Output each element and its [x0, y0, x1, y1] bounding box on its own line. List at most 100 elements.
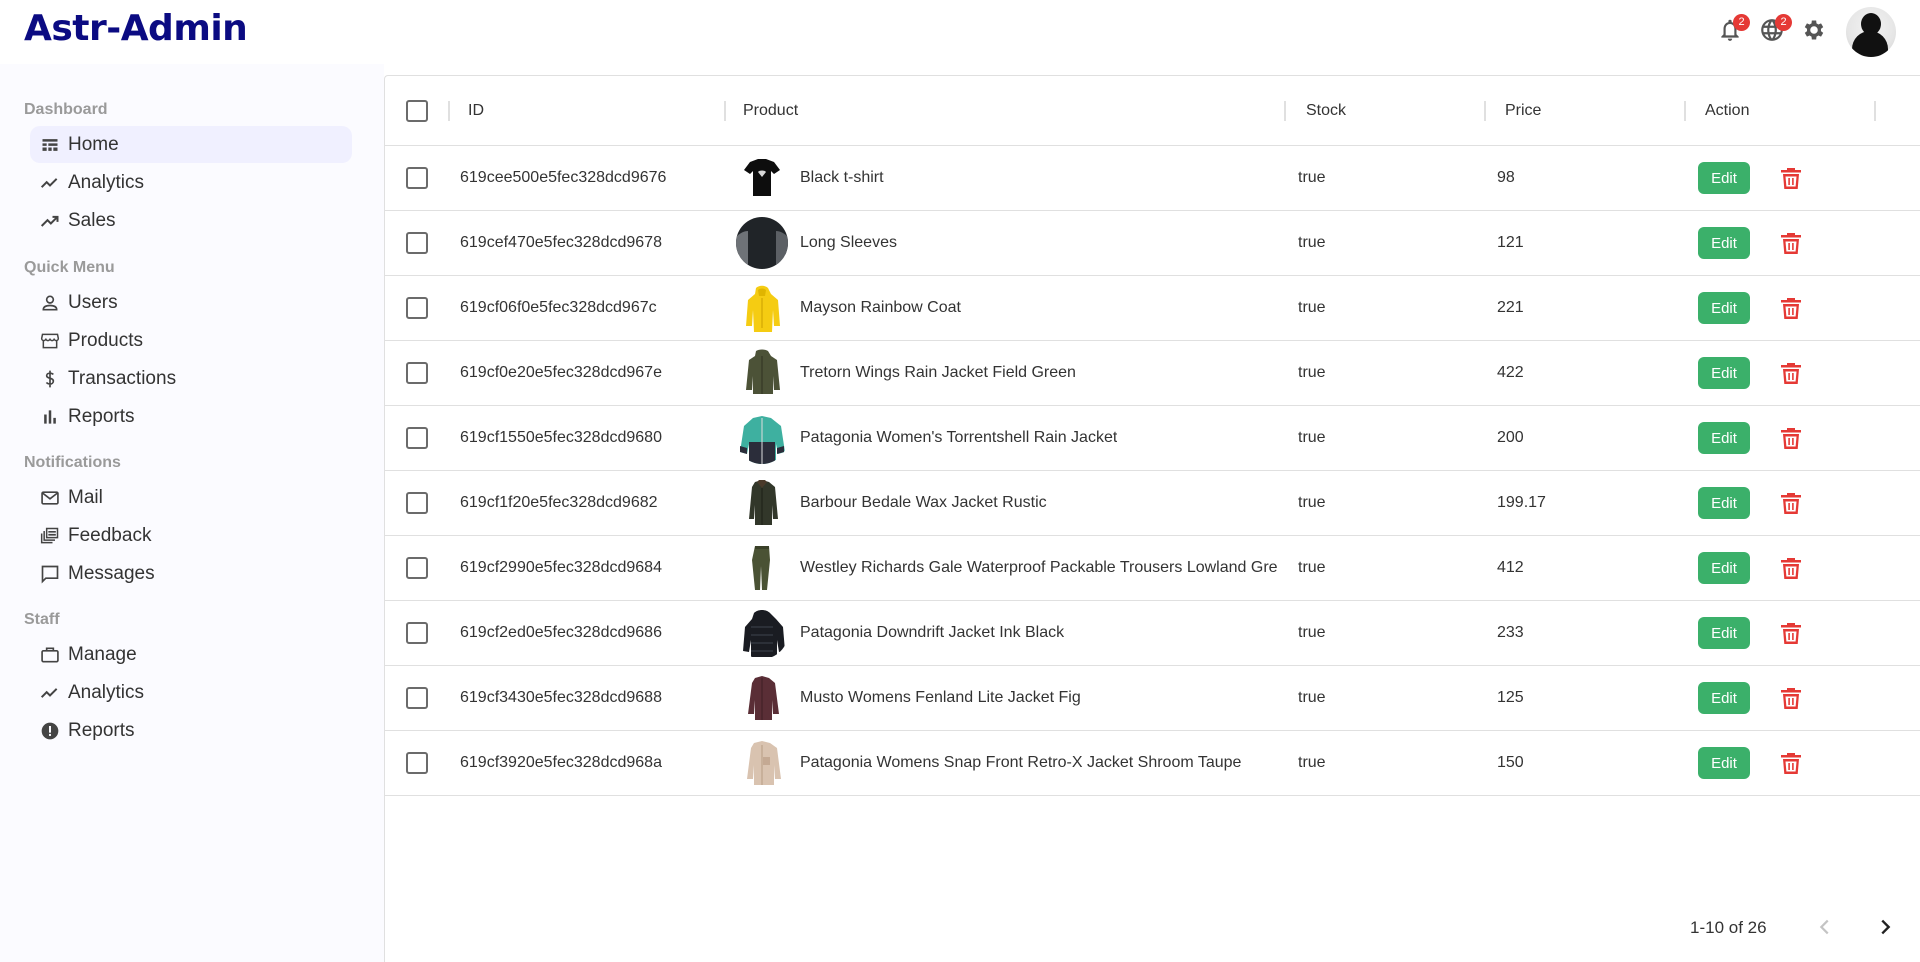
column-separator[interactable]: [448, 101, 450, 121]
column-separator[interactable]: [1484, 101, 1486, 121]
chevron-right-icon: [1874, 916, 1896, 943]
sidebar-item-messages[interactable]: Messages: [30, 555, 352, 592]
cell-stock: true: [1298, 689, 1326, 706]
delete-button[interactable]: [1778, 295, 1804, 321]
cell-id: 619cf3430e5fec328dcd9688: [460, 689, 662, 706]
sidebar-item-transactions[interactable]: Transactions: [30, 360, 352, 397]
delete-button[interactable]: [1778, 230, 1804, 256]
sidebar-item-home[interactable]: Home: [30, 126, 352, 163]
edit-button[interactable]: Edit: [1698, 682, 1750, 714]
product-name: Patagonia Womens Snap Front Retro-X Jack…: [800, 754, 1242, 771]
sidebar-item-sales[interactable]: Sales: [30, 202, 352, 239]
sidebar-item-label: Sales: [68, 209, 116, 231]
select-all-cell: [406, 76, 428, 146]
cell-id: 619cf1550e5fec328dcd9680: [460, 429, 662, 446]
table-row[interactable]: 619cf3920e5fec328dcd968a Patagonia Womens…: [385, 731, 1920, 796]
column-header-price[interactable]: Price: [1505, 76, 1541, 146]
sidebar-item-manage[interactable]: Manage: [30, 636, 352, 673]
report-alert-icon: [38, 719, 62, 743]
row-checkbox[interactable]: [406, 622, 428, 644]
sidebar-item-label: Feedback: [68, 524, 152, 546]
edit-button[interactable]: Edit: [1698, 617, 1750, 649]
row-checkbox[interactable]: [406, 167, 428, 189]
edit-button[interactable]: Edit: [1698, 292, 1750, 324]
delete-button[interactable]: [1778, 360, 1804, 386]
table-row[interactable]: 619cef470e5fec328dcd9678 Long Sleeves true…: [385, 211, 1920, 276]
sidebar-item-feedback[interactable]: Feedback: [30, 517, 352, 554]
delete-button[interactable]: [1778, 490, 1804, 516]
row-checkbox[interactable]: [406, 232, 428, 254]
settings-button[interactable]: [1798, 16, 1830, 48]
column-header-stock[interactable]: Stock: [1306, 76, 1346, 146]
sidebar-item-reports[interactable]: Reports: [30, 398, 352, 435]
cell-product: Long Sleeves: [736, 211, 897, 275]
previous-page-button[interactable]: [1809, 913, 1841, 945]
column-separator[interactable]: [724, 101, 726, 121]
sidebar-item-staff-reports[interactable]: Reports: [30, 712, 352, 749]
table-row[interactable]: 619cf2ed0e5fec328dcd9686 Patagonia Downdr…: [385, 601, 1920, 666]
table-row[interactable]: 619cf3430e5fec328dcd9688 Musto Womens Fen…: [385, 666, 1920, 731]
cell-stock: true: [1298, 299, 1326, 316]
delete-button[interactable]: [1778, 165, 1804, 191]
table-row[interactable]: 619cf1550e5fec328dcd9680 Patagonia Women'…: [385, 406, 1920, 471]
row-select-cell: [406, 146, 428, 210]
sidebar-item-products[interactable]: Products: [30, 322, 352, 359]
column-header-product[interactable]: Product: [743, 76, 798, 146]
cell-product: Patagonia Women's Torrentshell Rain Jack…: [736, 406, 1117, 470]
table-row[interactable]: 619cf0e20e5fec328dcd967e Tretorn Wings Ra…: [385, 341, 1920, 406]
table-row[interactable]: 619cf2990e5fec328dcd9684 Westley Richards…: [385, 536, 1920, 601]
cell-action: Edit: [1698, 536, 1804, 600]
app-logo[interactable]: Astr-Admin: [24, 8, 248, 49]
avatar[interactable]: [1846, 7, 1896, 57]
column-separator[interactable]: [1284, 101, 1286, 121]
cell-product: Patagonia Downdrift Jacket Ink Black: [736, 601, 1064, 665]
cell-id: 619cf2ed0e5fec328dcd9686: [460, 624, 662, 641]
cell-product: Barbour Bedale Wax Jacket Rustic: [736, 471, 1047, 535]
sidebar-item-label: Transactions: [68, 367, 177, 389]
sidebar-item-users[interactable]: Users: [30, 284, 352, 321]
select-all-checkbox[interactable]: [406, 100, 428, 122]
edit-button[interactable]: Edit: [1698, 227, 1750, 259]
column-header-id[interactable]: ID: [468, 76, 484, 146]
dynamic-feed-icon: [38, 524, 62, 548]
sidebar-item-staff-analytics[interactable]: Analytics: [30, 674, 352, 711]
column-separator[interactable]: [1684, 101, 1686, 121]
cell-product: Patagonia Womens Snap Front Retro-X Jack…: [736, 731, 1241, 795]
edit-button[interactable]: Edit: [1698, 162, 1750, 194]
edit-button[interactable]: Edit: [1698, 422, 1750, 454]
next-page-button[interactable]: [1869, 913, 1901, 945]
edit-button[interactable]: Edit: [1698, 487, 1750, 519]
delete-button[interactable]: [1778, 555, 1804, 581]
delete-button[interactable]: [1778, 685, 1804, 711]
row-checkbox[interactable]: [406, 297, 428, 319]
row-checkbox[interactable]: [406, 557, 428, 579]
edit-button[interactable]: Edit: [1698, 747, 1750, 779]
language-button[interactable]: 2: [1756, 14, 1792, 48]
cell-id: 619cf1f20e5fec328dcd9682: [460, 494, 658, 511]
row-checkbox[interactable]: [406, 427, 428, 449]
column-separator[interactable]: [1874, 101, 1876, 121]
row-checkbox[interactable]: [406, 687, 428, 709]
delete-button[interactable]: [1778, 620, 1804, 646]
sidebar-item-label: Home: [68, 133, 119, 155]
row-checkbox[interactable]: [406, 362, 428, 384]
column-header-action[interactable]: Action: [1705, 76, 1749, 146]
cell-action: Edit: [1698, 146, 1804, 210]
cell-stock: true: [1298, 494, 1326, 511]
delete-button[interactable]: [1778, 425, 1804, 451]
cell-product: Westley Richards Gale Waterproof Packabl…: [736, 536, 1278, 600]
notifications-button[interactable]: 2: [1714, 14, 1750, 48]
edit-button[interactable]: Edit: [1698, 552, 1750, 584]
table-row[interactable]: 619cee500e5fec328dcd9676 Black t-shirt tru…: [385, 146, 1920, 211]
cell-id: 619cf0e20e5fec328dcd967e: [460, 364, 662, 381]
table-row[interactable]: 619cf1f20e5fec328dcd9682 Barbour Bedale W…: [385, 471, 1920, 536]
row-checkbox[interactable]: [406, 752, 428, 774]
delete-button[interactable]: [1778, 750, 1804, 776]
sidebar-item-analytics[interactable]: Analytics: [30, 164, 352, 201]
table-row[interactable]: 619cf06f0e5fec328dcd967c Mayson Rainbow C…: [385, 276, 1920, 341]
sidebar-item-mail[interactable]: Mail: [30, 479, 352, 516]
edit-button[interactable]: Edit: [1698, 357, 1750, 389]
dollar-icon: [38, 367, 62, 391]
row-checkbox[interactable]: [406, 492, 428, 514]
trash-icon: [1781, 428, 1801, 449]
